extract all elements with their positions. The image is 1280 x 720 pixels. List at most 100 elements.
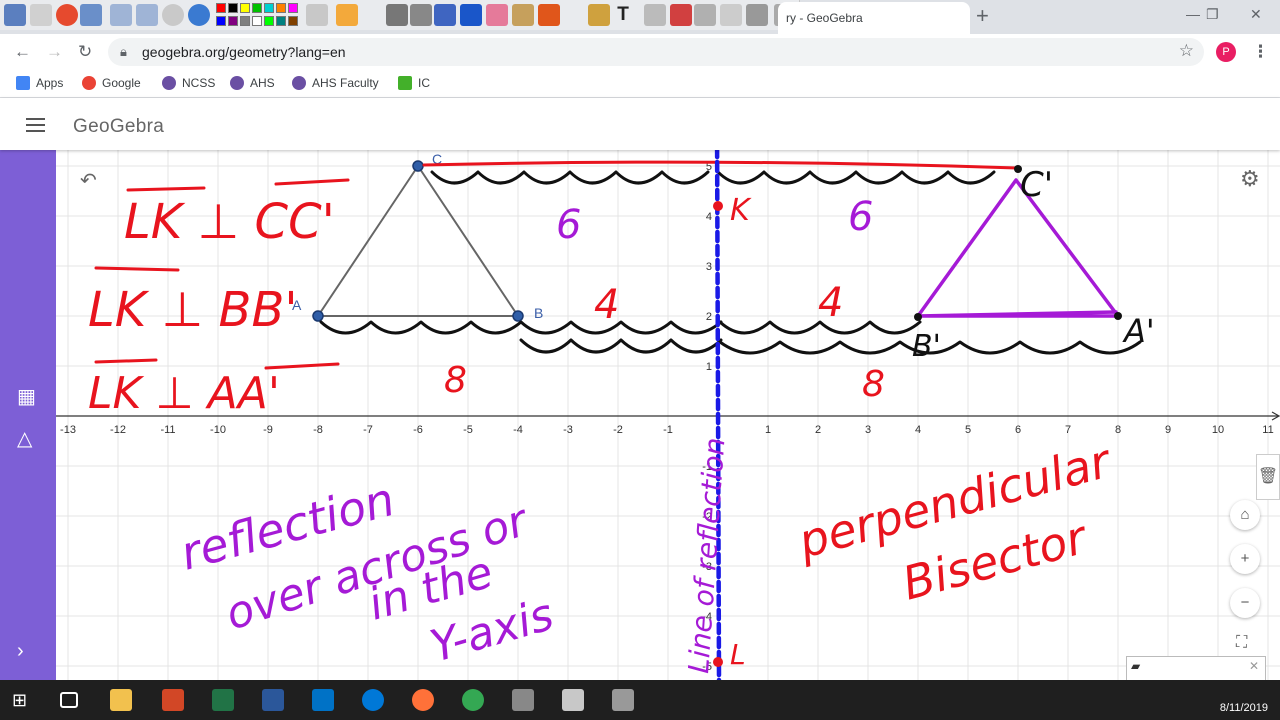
back-arrow-icon[interactable]: ← [14, 42, 31, 62]
hamburger-menu-icon[interactable] [26, 118, 45, 136]
windows-start-icon[interactable]: ⊞ [12, 689, 34, 711]
camera-icon: ▰ [1131, 659, 1141, 673]
x-tick-label: 11 [1262, 424, 1273, 436]
graphics-view[interactable]: -13 -12 -11 -10 -9 -8 -7 -6 -5 -4 -3 -2 -1 1 2 3 4 5 6 7 8 9 1… [56, 150, 1280, 680]
swatch-purple[interactable] [228, 16, 238, 26]
eraser-icon[interactable] [486, 4, 508, 26]
chrome-icon[interactable] [462, 689, 484, 711]
app-icon-1[interactable] [512, 689, 534, 711]
tab-geogebra[interactable]: ry - GeoGebra [778, 2, 970, 34]
swatch-cyan[interactable] [264, 3, 274, 13]
play-icon[interactable] [162, 4, 184, 26]
new-tab-button[interactable]: + [976, 4, 989, 28]
fullscreen-icon[interactable]: ⛶ [1236, 634, 1247, 652]
back-icon[interactable] [110, 4, 132, 26]
stop-icon[interactable] [56, 4, 78, 26]
calculator-icon[interactable]: ▦ [17, 384, 36, 409]
swatch-gray[interactable] [240, 16, 250, 26]
ink-lk-aa: LK ⊥ AA' [88, 368, 280, 419]
bookmark-ahs-faculty[interactable]: AHS Faculty [292, 76, 379, 90]
clear-icon[interactable] [80, 4, 102, 26]
forward-arrow-icon[interactable]: → [46, 42, 63, 62]
file-explorer-icon[interactable] [110, 689, 132, 711]
forward-icon[interactable] [136, 4, 158, 26]
menu-kebab-icon[interactable]: ⋮ [1252, 42, 1269, 62]
pointer-icon[interactable] [386, 4, 408, 26]
task-view-icon[interactable] [60, 692, 78, 708]
powerpoint-icon[interactable] [162, 689, 184, 711]
ink-dot-aprime [1114, 312, 1122, 320]
app-icon-3[interactable] [612, 689, 634, 711]
tools-icon[interactable] [410, 4, 432, 26]
undo-arrow-icon[interactable]: ↶ [80, 168, 97, 193]
redo-icon[interactable] [720, 4, 742, 26]
trash-icon[interactable]: 🗑︎ [1256, 454, 1280, 500]
highlighter-icon[interactable] [336, 4, 358, 26]
bookmark-google[interactable]: Google [82, 76, 141, 90]
expand-chevron-icon[interactable]: › [17, 640, 24, 663]
screen-icon[interactable] [4, 4, 26, 26]
url-bar[interactable]: 🔒︎ geogebra.org/geometry?lang=en ☆ [108, 38, 1204, 66]
home-icon[interactable]: ⌂ [1230, 500, 1260, 530]
ink-lk-cc: LK ⊥ CC' [124, 194, 335, 250]
profile-avatar[interactable]: P [1216, 42, 1236, 62]
x-tick-label: 7 [1065, 424, 1071, 436]
fill-icon[interactable] [512, 4, 534, 26]
shapes-icon[interactable] [538, 4, 560, 26]
pen-icon[interactable] [434, 4, 456, 26]
swatch-yellow[interactable] [240, 3, 250, 13]
settings-gear-icon[interactable]: ⚙ [1240, 166, 1260, 192]
geometry-tools-icon[interactable]: △ [17, 426, 32, 451]
swatch-lime[interactable] [264, 16, 274, 26]
ink-six-right: 6 [848, 194, 873, 240]
zoom-out-icon[interactable]: − [1230, 588, 1260, 618]
geogebra-sidebar: ▦ △ › [0, 150, 56, 680]
ruler-icon[interactable] [588, 4, 610, 26]
bookmark-apps[interactable]: Apps [16, 76, 63, 90]
swatch-white[interactable] [252, 16, 262, 26]
excel-icon[interactable] [212, 689, 234, 711]
swatch-magenta[interactable] [288, 3, 298, 13]
text-icon[interactable]: T [612, 4, 634, 26]
swatch-brown[interactable] [288, 16, 298, 26]
recorder-close-icon[interactable]: ✕ [1249, 659, 1259, 673]
x-tick-label: 5 [965, 424, 971, 436]
x-tick-label: -10 [210, 424, 226, 436]
swatch-teal[interactable] [276, 16, 286, 26]
ink-eight-right: 8 [862, 364, 885, 405]
zoom-in-icon[interactable]: + [1230, 544, 1260, 574]
timer-icon[interactable] [644, 4, 666, 26]
x-axis-ticks: -13 -12 -11 -10 -9 -8 -7 -6 -5 -4 -3 -2 -1 1 2 3 4 5 6 7 8 9 1… [60, 424, 1274, 436]
outlook-icon[interactable] [312, 689, 334, 711]
undo-icon[interactable] [694, 4, 716, 26]
word-icon[interactable] [262, 689, 284, 711]
refresh-icon[interactable] [670, 4, 692, 26]
ink-text: LK ⊥ CC' LK ⊥ BB' LK ⊥ AA' 6 6 4 4 8 8 C… [88, 165, 1155, 674]
swatch-black[interactable] [228, 3, 238, 13]
close-icon[interactable]: ✕ [1250, 6, 1262, 23]
bookmark-ic[interactable]: IC [398, 76, 430, 90]
save-icon[interactable] [746, 4, 768, 26]
y-tick-label: 4 [706, 211, 712, 223]
ink-label-l: L [730, 638, 746, 671]
swatch-red[interactable] [216, 3, 226, 13]
restore-icon[interactable]: ❐ [1206, 6, 1219, 23]
reload-icon[interactable]: ↻ [78, 42, 92, 62]
firefox-icon[interactable] [412, 689, 434, 711]
minimize-icon[interactable]: — [1186, 6, 1200, 22]
whiteboard-icon[interactable] [30, 4, 52, 26]
y-tick-label: 2 [706, 311, 712, 323]
swatch-green[interactable] [252, 3, 262, 13]
marker-icon[interactable] [460, 4, 482, 26]
edge-icon[interactable] [362, 689, 384, 711]
globe-icon[interactable] [188, 4, 210, 26]
annotation-toolbar: T [0, 0, 800, 30]
app-icon-2[interactable] [562, 689, 584, 711]
pen-width-icon[interactable] [306, 4, 328, 26]
swatch-blue[interactable] [216, 16, 226, 26]
swatch-orange[interactable] [276, 3, 286, 13]
x-tick-label: -2 [613, 424, 623, 436]
bookmark-ahs[interactable]: AHS [230, 76, 275, 90]
bookmark-ncss[interactable]: NCSS [162, 76, 215, 90]
star-icon[interactable]: ☆ [1179, 41, 1194, 61]
